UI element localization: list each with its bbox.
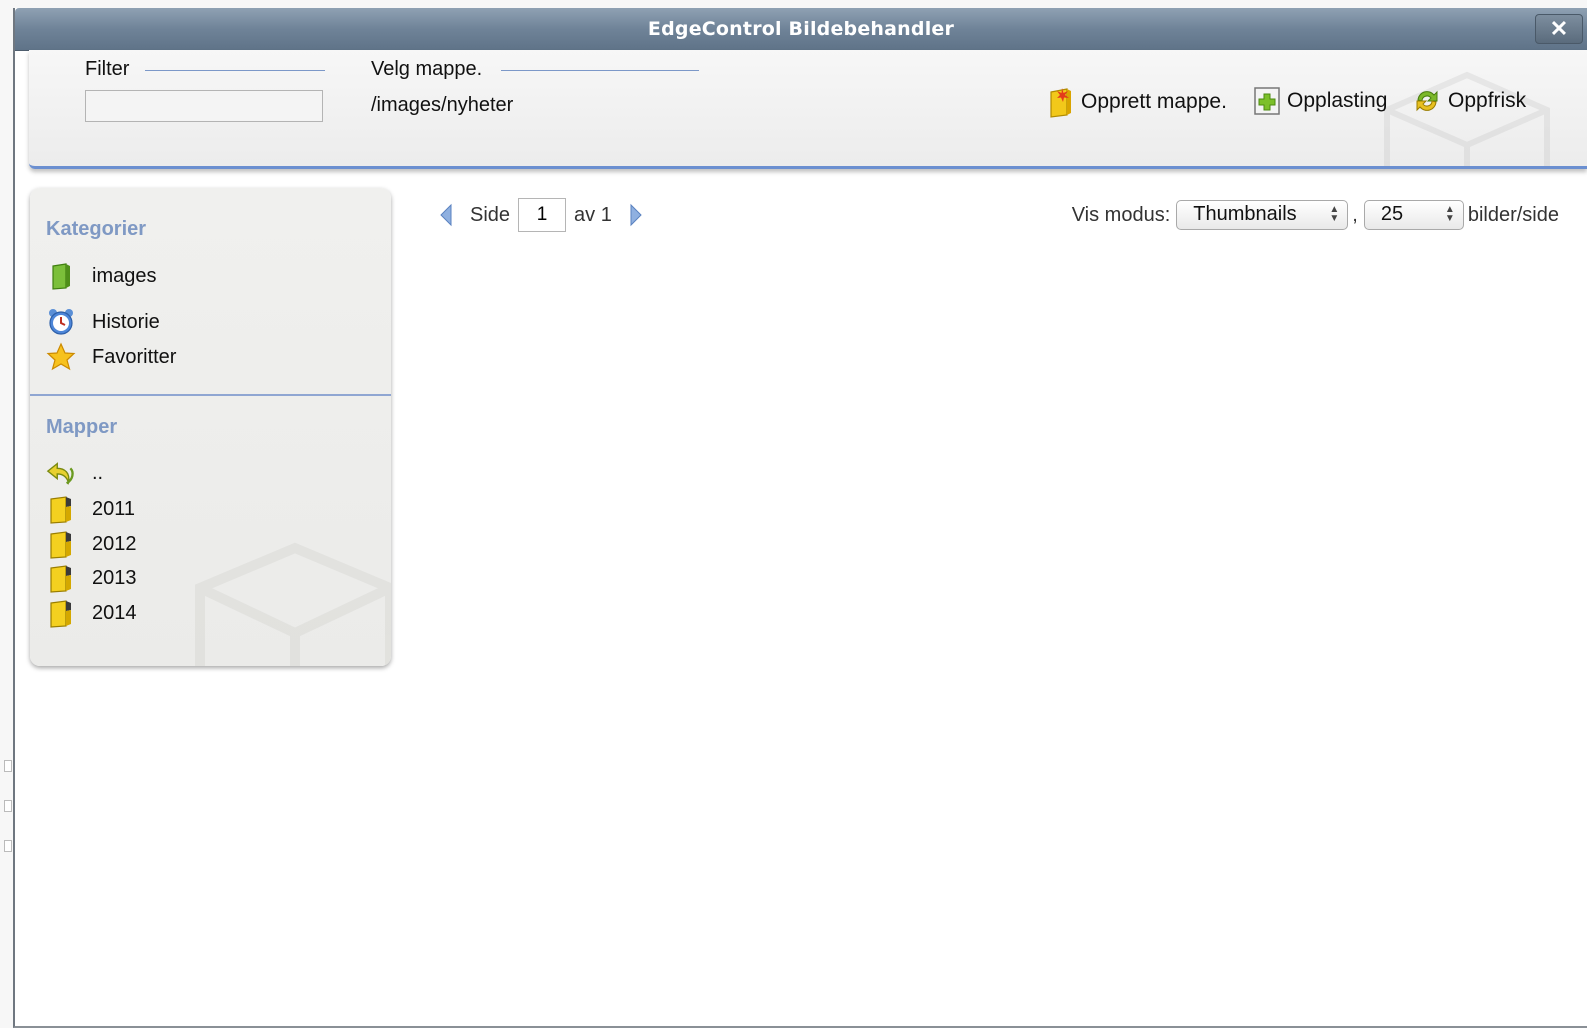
refresh-label: Oppfrisk <box>1448 89 1527 112</box>
folders-title: Mapper <box>46 416 118 438</box>
folder-icon <box>46 529 76 559</box>
view-mode-label: Vis modus: <box>1071 203 1171 226</box>
sidebar: Kategorier images Historie Favoritter Ma… <box>30 188 391 666</box>
close-button[interactable]: ✕ <box>1535 14 1583 44</box>
folder-label: .. <box>92 461 104 484</box>
watermark-cube-icon <box>1384 71 1550 166</box>
folder-icon <box>46 598 76 628</box>
filter-label: Filter <box>85 58 130 80</box>
folder-label: 2014 <box>92 601 137 624</box>
folder-label: Velg mappe. <box>371 58 483 80</box>
up-arrow-icon <box>46 460 76 486</box>
upload-label: Opplasting <box>1287 89 1388 112</box>
new-folder-icon <box>1047 86 1075 118</box>
category-label: Favoritter <box>92 345 177 368</box>
folder-label-rule <box>501 70 699 71</box>
images-per-page-suffix: bilder/side <box>1467 203 1559 226</box>
upload-button[interactable]: Opplasting <box>1253 86 1387 116</box>
folder-item-2012[interactable]: 2012 <box>46 529 137 559</box>
green-book-icon <box>46 262 76 290</box>
view-mode-select[interactable]: Thumbnails ▲ ▼ <box>1176 200 1349 230</box>
folder-label: 2011 <box>92 497 136 520</box>
create-folder-label: Opprett mappe. <box>1081 90 1227 113</box>
filter-label-rule <box>145 70 325 71</box>
folder-label: 2013 <box>92 566 137 589</box>
folder-icon <box>46 563 76 593</box>
star-icon <box>46 342 76 372</box>
images-per-page-value: 25 <box>1380 203 1404 225</box>
folder-label: 2012 <box>92 532 137 555</box>
select-arrows-icon: ▲ ▼ <box>1329 204 1340 224</box>
folder-item-2013[interactable]: 2013 <box>46 563 137 593</box>
category-item-favoritter[interactable]: Favoritter <box>46 342 176 372</box>
sidebar-divider <box>30 394 391 396</box>
filter-input[interactable] <box>85 90 323 122</box>
previous-page-icon[interactable] <box>438 203 454 227</box>
refresh-button[interactable]: Oppfrisk <box>1412 86 1526 116</box>
folder-item-parent[interactable]: .. <box>46 460 103 486</box>
folder-item-2011[interactable]: 2011 <box>46 494 135 524</box>
category-item-historie[interactable]: Historie <box>46 307 160 337</box>
create-folder-button[interactable]: Opprett mappe. <box>1047 86 1227 118</box>
pagination: Side av 1 <box>438 198 644 232</box>
view-separator: , <box>1352 203 1358 226</box>
next-page-icon[interactable] <box>628 203 644 227</box>
image-manager-dialog: EdgeControl Bildebehandler ✕ Filter Velg… <box>13 8 1587 1028</box>
upload-icon <box>1253 86 1281 116</box>
category-label: images <box>92 264 157 287</box>
page-label: Side <box>470 203 511 226</box>
categories-title: Kategorier <box>46 218 147 240</box>
images-per-page-select[interactable]: 25 ▲ ▼ <box>1363 200 1464 230</box>
watermark-cube-icon <box>195 542 391 666</box>
background-checkbox <box>4 760 12 772</box>
category-label: Historie <box>92 310 160 333</box>
dialog-titlebar[interactable]: EdgeControl Bildebehandler ✕ <box>15 8 1587 51</box>
folder-item-2014[interactable]: 2014 <box>46 598 137 628</box>
folder-icon <box>46 494 76 524</box>
background-checkbox <box>4 840 12 852</box>
select-arrows-icon: ▲ ▼ <box>1444 204 1455 224</box>
refresh-icon <box>1412 86 1442 116</box>
alarm-clock-icon <box>46 307 76 337</box>
category-item-images[interactable]: images <box>46 262 156 290</box>
page-count-label: av 1 <box>574 203 612 226</box>
toolbar: Filter Velg mappe. /images/nyheter Oppre… <box>29 50 1587 169</box>
view-mode-value: Thumbnails <box>1193 203 1297 225</box>
page-number-input[interactable] <box>518 198 567 232</box>
current-folder-path: /images/nyheter <box>371 94 514 116</box>
view-mode-controls: Vis modus: Thumbnails ▲ ▼ , 25 ▲ ▼ bilder/… <box>1072 200 1559 230</box>
dialog-title: EdgeControl Bildebehandler <box>647 18 955 40</box>
background-checkbox <box>4 800 12 812</box>
